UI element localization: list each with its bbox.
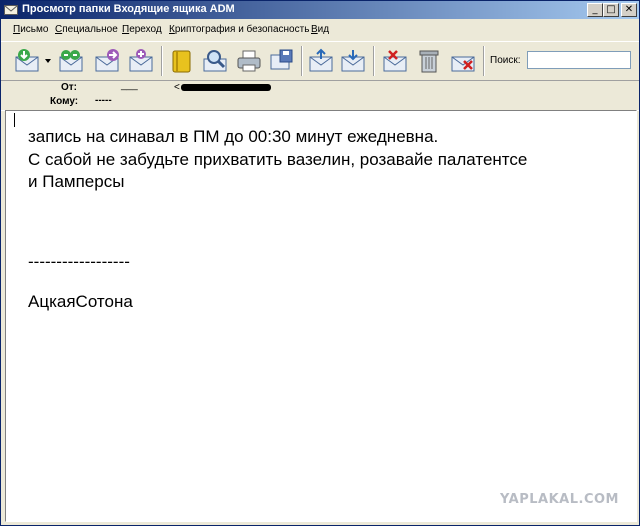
menu-crypto[interactable]: Криптография и безопасность [169,24,309,35]
to-value: ----- [95,95,112,106]
toolbar-divider [373,46,375,76]
menu-bar: Письмо Специальное Переход Криптография … [1,20,639,40]
menu-navigate[interactable]: Переход [122,24,162,35]
close-button[interactable]: ✕ [621,3,637,17]
search-input[interactable] [527,51,631,69]
title-bar[interactable]: Просмотр папки Входящие ящика ADM _ □ ✕ [1,1,639,19]
save-icon[interactable] [267,47,295,75]
mail-window: Просмотр папки Входящие ящика ADM _ □ ✕ … [0,0,640,526]
menu-view[interactable]: Вид [311,24,329,35]
toolbar-divider [483,46,485,76]
text-caret [14,113,15,127]
search-label: Поиск: [490,55,521,66]
message-body[interactable]: запись на синавал в ПМ до 00:30 минут еж… [5,110,637,522]
toolbar-divider [161,46,163,76]
watermark: YAPLAKAL.COM [500,492,619,507]
message-line: запись на синавал в ПМ до 00:30 минут еж… [28,127,439,146]
print-icon[interactable] [235,47,263,75]
from-value: ___ [121,80,138,91]
maximize-button[interactable]: □ [603,3,619,17]
chevron-down-icon[interactable] [44,57,52,65]
message-separator: ------------------ [28,252,130,271]
message-line: С сабой не забудьте прихватить вазелин, … [28,150,528,169]
window-title: Просмотр папки Входящие ящика ADM [22,3,235,15]
toolbar-divider [301,46,303,76]
send-receive-icon[interactable] [57,47,85,75]
message-signature: АцкаяСотона [28,292,133,311]
address-book-icon[interactable] [167,47,195,75]
receive-mail-icon[interactable] [13,47,41,75]
from-address-prefix: < [174,82,180,93]
delete-icon[interactable] [449,47,477,75]
envelope-icon [4,5,18,15]
move-icon[interactable] [307,47,335,75]
find-icon[interactable] [201,47,229,75]
forward-mail-icon[interactable] [93,47,121,75]
delete-mark-icon[interactable] [381,47,409,75]
minimize-button[interactable]: _ [587,3,603,17]
trash-icon[interactable] [415,47,443,75]
message-header: От: ___ < Кому: ----- [1,80,639,111]
redaction-bar [181,84,271,91]
menu-special[interactable]: Специальное [55,24,118,35]
copy-icon[interactable] [339,47,367,75]
menu-letter[interactable]: Письмо [13,24,48,35]
to-label: Кому: [50,96,79,107]
from-label: От: [61,82,78,93]
new-mail-icon[interactable] [127,47,155,75]
message-line: и Памперсы [28,172,125,191]
